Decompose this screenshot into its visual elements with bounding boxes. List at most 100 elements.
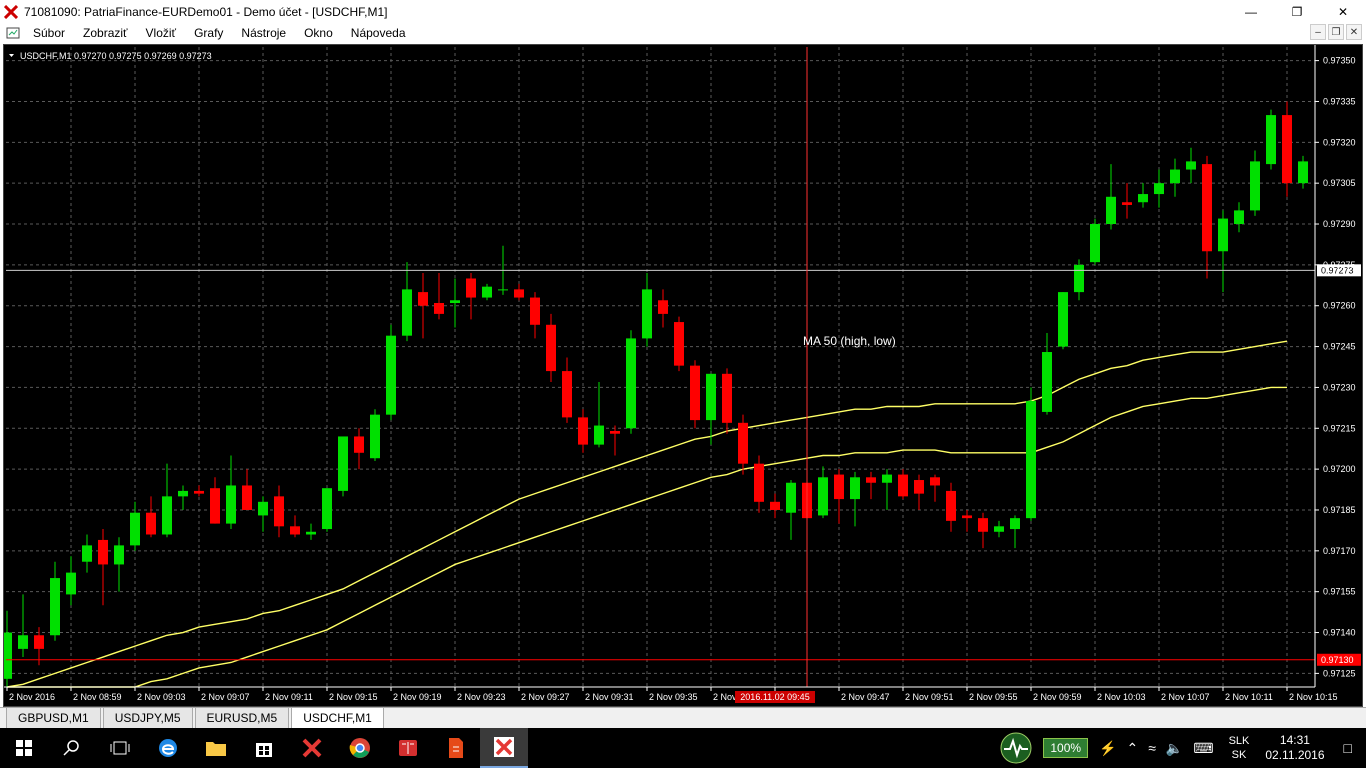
candle-body — [850, 477, 860, 500]
candle-body — [962, 515, 972, 519]
price-chart[interactable]: 0.971300.97273 0.973500.973350.973200.97… — [4, 45, 1362, 706]
candle — [818, 466, 828, 519]
tab-eurusd-m5[interactable]: EURUSD,M5 — [194, 707, 290, 728]
mdi-minimize-button[interactable]: – — [1310, 24, 1326, 40]
taskbar-trading-app-active[interactable] — [480, 728, 528, 768]
candle-body — [178, 490, 188, 497]
taskbar-trading-app[interactable] — [288, 728, 336, 768]
candle-body — [754, 463, 764, 502]
menu-view[interactable]: Zobraziť — [74, 26, 137, 40]
battery-indicator[interactable]: 100% — [1043, 738, 1089, 758]
menu-insert[interactable]: Vložiť — [137, 26, 186, 40]
candle-body — [1122, 202, 1132, 205]
title-bar: 71081090: PatriaFinance-EURDemo01 - Demo… — [0, 0, 1366, 23]
chart-window[interactable]: 0.97130 0.97273 0.97350 0.97335 0.97320 0.97… — [3, 44, 1363, 707]
menu-file[interactable]: Súbor — [24, 26, 74, 40]
speaker-icon[interactable]: 🔈 — [1166, 740, 1183, 757]
power-plug-icon[interactable]: ⚡ — [1099, 740, 1116, 757]
close-button[interactable]: ✕ — [1320, 0, 1366, 23]
time-tick-label: 2 Nov 2016 — [9, 692, 55, 702]
mdi-close-button[interactable]: ✕ — [1346, 24, 1362, 40]
clock-time: 14:31 — [1279, 733, 1310, 747]
tab-gbpusd-m1[interactable]: GBPUSD,M1 — [6, 707, 101, 728]
keyboard-icon[interactable]: ⌨ — [1193, 740, 1213, 757]
task-view-button[interactable] — [96, 728, 144, 768]
candle-body — [466, 278, 476, 298]
candle — [1218, 210, 1228, 293]
candle — [594, 381, 604, 448]
candle-body — [914, 480, 924, 494]
candle-body — [1026, 401, 1036, 519]
menu-charts[interactable]: Grafy — [185, 26, 232, 40]
time-tick-label: 2016.11.02 09:45 — [740, 692, 809, 702]
app-logo-icon — [4, 4, 18, 19]
time-tick-label: 2 Nov 10:11 — [1225, 692, 1273, 702]
candle-body — [578, 417, 588, 445]
candle — [1106, 164, 1116, 230]
candle-body — [786, 482, 796, 513]
minimize-button[interactable]: — — [1228, 0, 1274, 23]
heartbeat-icon[interactable] — [1000, 732, 1032, 764]
language-indicator[interactable]: SLK SK — [1229, 734, 1250, 762]
candle — [194, 485, 204, 497]
candle — [322, 488, 332, 532]
chevron-up-icon[interactable]: ⌃ — [1126, 740, 1138, 757]
time-tick-label: 2 Nov 10:03 — [1097, 692, 1146, 702]
candle-body — [562, 371, 572, 418]
candle — [834, 469, 844, 524]
time-tick-label: 2 Nov 09:31 — [585, 692, 634, 702]
tab-usdchf-m1[interactable]: USDCHF,M1 — [291, 707, 384, 728]
candle-body — [626, 338, 636, 429]
candle — [754, 455, 764, 513]
candle — [786, 480, 796, 540]
clock[interactable]: 14:31 02.11.2016 — [1265, 733, 1324, 763]
candle — [1058, 292, 1068, 350]
wifi-icon[interactable]: ≈ — [1148, 740, 1156, 756]
candle — [546, 313, 556, 382]
search-button[interactable] — [48, 728, 96, 768]
time-tick-label: 2 Nov 10:15 — [1289, 692, 1338, 702]
start-button[interactable] — [0, 728, 48, 768]
price-tick-label: 0.97275 — [1323, 260, 1356, 270]
mdi-restore-button[interactable]: ❐ — [1328, 24, 1344, 40]
candle — [994, 520, 1004, 538]
price-tick-label: 0.97305 — [1323, 178, 1356, 188]
menu-help[interactable]: Nápoveda — [342, 26, 415, 40]
taskbar-pdf-app[interactable] — [432, 728, 480, 768]
taskbar-chrome[interactable] — [336, 728, 384, 768]
candle-body — [498, 289, 508, 291]
time-tick-label: 2 Nov 09:19 — [393, 692, 442, 702]
edge-icon — [159, 739, 177, 757]
candle-body — [1074, 264, 1084, 293]
candle — [898, 469, 908, 500]
candle-body — [66, 572, 76, 595]
tab-usdjpy-m5[interactable]: USDJPY,M5 — [102, 707, 193, 728]
price-tick-label: 0.97290 — [1323, 219, 1356, 229]
candle — [1266, 109, 1276, 170]
candle-body — [930, 477, 940, 486]
candle — [578, 409, 588, 453]
system-tray: 100% ⚡ ⌃ ≈ 🔈 ⌨ SLK SK 14:31 02.11.2016 □ — [995, 728, 1366, 768]
candle — [1138, 183, 1148, 208]
candle-body — [290, 526, 300, 535]
candle — [770, 493, 780, 519]
taskbar-file-explorer[interactable] — [192, 728, 240, 768]
candle — [978, 512, 988, 549]
candle — [642, 273, 652, 347]
chart-window-icon[interactable] — [6, 26, 20, 40]
notifications-icon[interactable]: □ — [1344, 740, 1352, 756]
menu-window[interactable]: Okno — [295, 26, 342, 40]
time-tick-label: 2 Nov 09:07 — [201, 692, 250, 702]
candle — [930, 474, 940, 502]
taskbar-reader[interactable] — [384, 728, 432, 768]
candle — [882, 469, 892, 510]
taskbar-store[interactable] — [240, 728, 288, 768]
indicator-label: MA 50 (high, low) — [803, 334, 896, 348]
candle-body — [690, 365, 700, 421]
candle — [1202, 155, 1212, 279]
taskbar-edge[interactable] — [144, 728, 192, 768]
candle-body — [162, 496, 172, 535]
price-tick-label: 0.97200 — [1323, 464, 1356, 474]
maximize-button[interactable]: ❐ — [1274, 0, 1320, 23]
menu-tools[interactable]: Nástroje — [232, 26, 295, 40]
